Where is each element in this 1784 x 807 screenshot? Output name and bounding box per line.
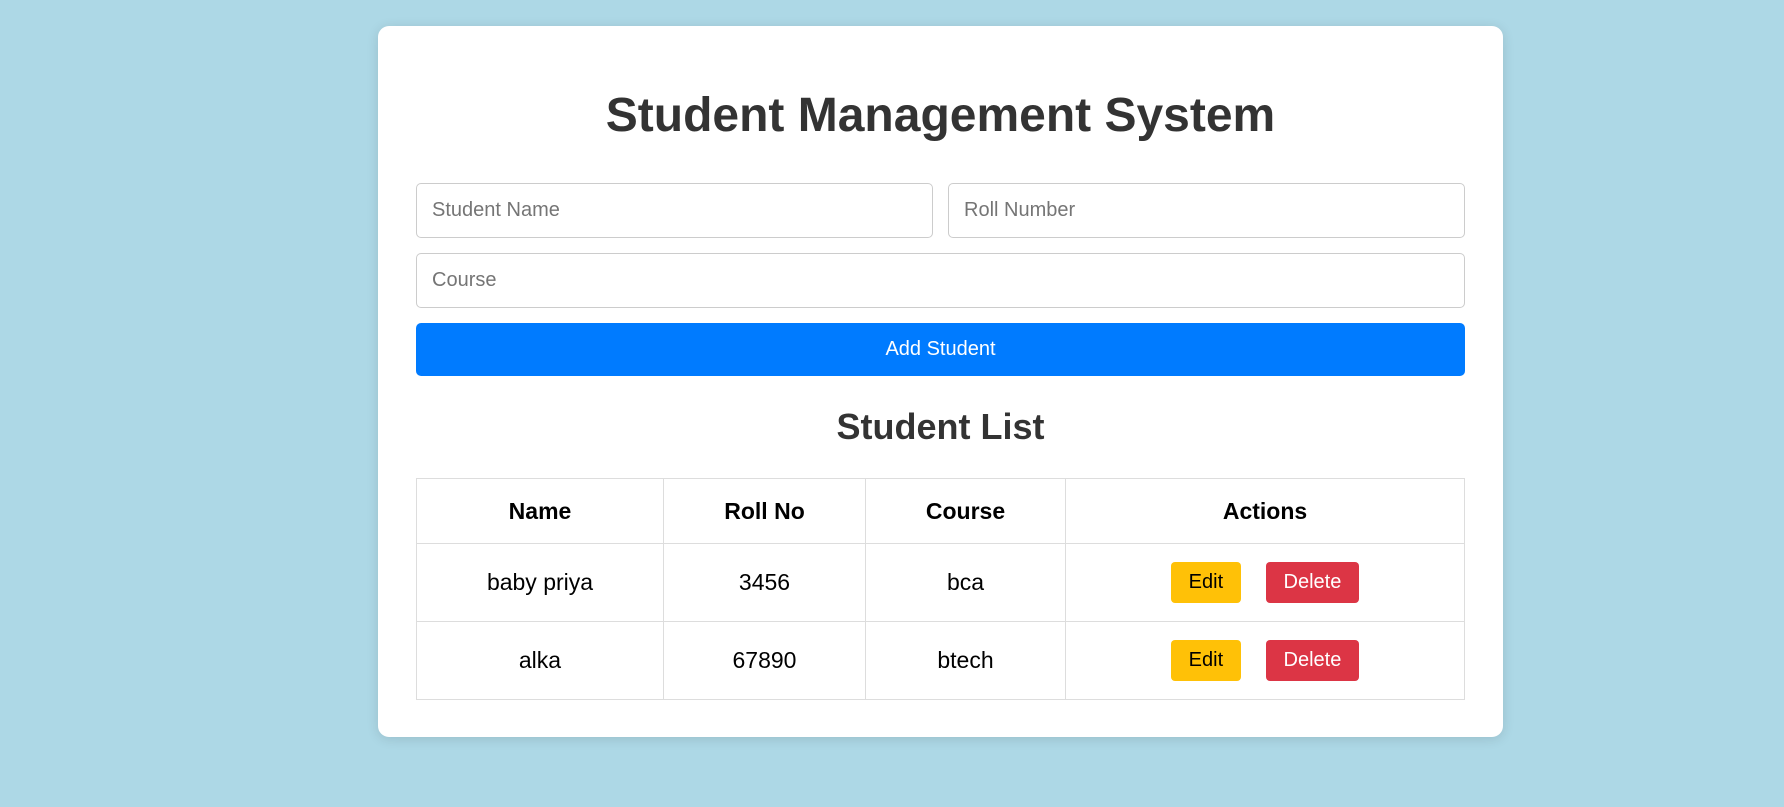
- header-actions: Actions: [1065, 478, 1465, 544]
- add-student-button[interactable]: Add Student: [416, 323, 1465, 376]
- student-list-title: Student List: [836, 406, 1045, 447]
- cell-roll: 3456: [663, 543, 866, 622]
- cell-actions: Edit Delete: [1065, 543, 1465, 622]
- table-row: alka 67890 btech Edit Delete: [416, 621, 1465, 700]
- header-roll-no: Roll No: [663, 478, 866, 544]
- form-row-1: [416, 183, 1465, 238]
- delete-button[interactable]: Delete: [1265, 640, 1360, 681]
- delete-button[interactable]: Delete: [1265, 562, 1360, 603]
- form-row-2: [416, 253, 1465, 308]
- table-header-row: Name Roll No Course Actions: [416, 478, 1465, 544]
- cell-name: baby priya: [416, 543, 664, 622]
- cell-course: btech: [865, 621, 1066, 700]
- cell-name: alka: [416, 621, 664, 700]
- cell-actions: Edit Delete: [1065, 621, 1465, 700]
- course-input[interactable]: [416, 253, 1465, 308]
- cell-roll: 67890: [663, 621, 866, 700]
- page-title: Student Management System: [605, 89, 1276, 142]
- edit-button[interactable]: Edit: [1170, 562, 1242, 603]
- roll-number-input[interactable]: [948, 183, 1465, 238]
- student-card: Student Management System Add Student St…: [378, 26, 1503, 737]
- cell-course: bca: [865, 543, 1066, 622]
- student-table: Name Roll No Course Actions baby priya 3…: [416, 478, 1465, 700]
- header-course: Course: [865, 478, 1066, 544]
- table-row: baby priya 3456 bca Edit Delete: [416, 543, 1465, 622]
- header-name: Name: [416, 478, 664, 544]
- edit-button[interactable]: Edit: [1170, 640, 1242, 681]
- student-name-input[interactable]: [416, 183, 933, 238]
